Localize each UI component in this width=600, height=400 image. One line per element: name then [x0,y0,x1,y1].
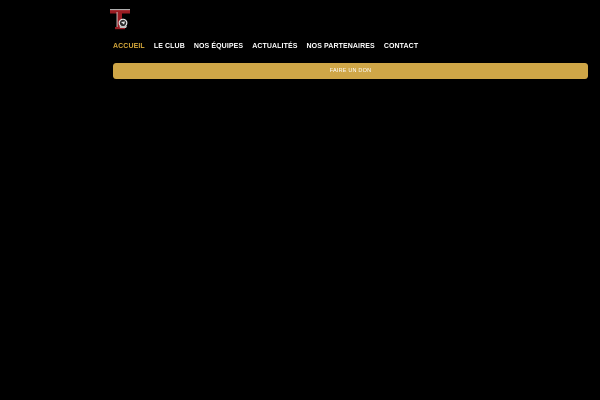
donate-button-label: FAIRE UN DON [329,68,372,74]
club-crest-icon [110,9,130,30]
nav-item-accueil[interactable]: ACCUEIL [113,40,145,54]
nav-item-nos-partenaires[interactable]: NOS PARTENAIRES [307,40,375,54]
nav-item-le-club[interactable]: LE CLUB [154,40,185,54]
donate-button[interactable]: FAIRE UN DON [113,63,588,79]
nav-item-contact[interactable]: CONTACT [384,40,418,54]
nav-item-nos-equipes[interactable]: NOS ÉQUIPES [194,40,243,54]
nav-item-actualites[interactable]: ACTUALITÉS [252,40,297,54]
club-logo[interactable] [108,7,134,32]
page: ACCUEIL LE CLUB NOS ÉQUIPES ACTUALITÉS N… [0,0,600,400]
main-nav: ACCUEIL LE CLUB NOS ÉQUIPES ACTUALITÉS N… [113,40,427,54]
